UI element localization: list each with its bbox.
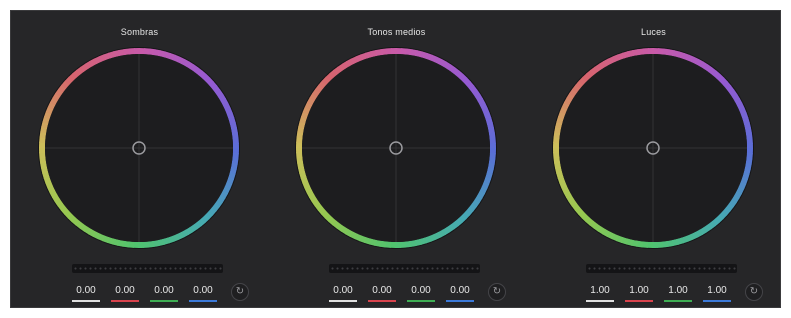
- value-r[interactable]: 0.00: [111, 285, 139, 302]
- color-wheel-sombras[interactable]: [37, 46, 241, 250]
- value-r[interactable]: 1.00: [625, 285, 653, 302]
- reset-icon[interactable]: ↻: [745, 283, 763, 301]
- wheel-block-tonos-medios: Tonos medios 0.00 0.00 0.00 0.00 ↻: [268, 11, 525, 307]
- master-wheel-slider[interactable]: [329, 264, 480, 273]
- value-y[interactable]: 0.00: [72, 285, 100, 302]
- value-r[interactable]: 0.00: [368, 285, 396, 302]
- value-y[interactable]: 1.00: [586, 285, 614, 302]
- reset-icon[interactable]: ↻: [231, 283, 249, 301]
- value-b[interactable]: 0.00: [189, 285, 217, 302]
- value-b[interactable]: 1.00: [703, 285, 731, 302]
- master-wheel-slider[interactable]: [72, 264, 223, 273]
- master-wheel-slider[interactable]: [586, 264, 737, 273]
- value-g[interactable]: 0.00: [407, 285, 435, 302]
- value-g[interactable]: 0.00: [150, 285, 178, 302]
- color-wheels-panel: Sombras 0.00 0.00 0.00 0.00 ↻ Tonos medi…: [10, 10, 781, 308]
- wheel-block-sombras: Sombras 0.00 0.00 0.00 0.00 ↻: [11, 11, 268, 307]
- wheel-title: Sombras: [120, 27, 159, 37]
- reset-icon[interactable]: ↻: [488, 283, 506, 301]
- wheel-title: Tonos medios: [367, 27, 426, 37]
- value-g[interactable]: 1.00: [664, 285, 692, 302]
- color-wheel-luces[interactable]: [551, 46, 755, 250]
- value-b[interactable]: 0.00: [446, 285, 474, 302]
- color-wheel-tonos-medios[interactable]: [294, 46, 498, 250]
- value-y[interactable]: 0.00: [329, 285, 357, 302]
- wheel-block-luces: Luces 1.00 1.00 1.00 1.00 ↻: [525, 11, 782, 307]
- wheel-title: Luces: [640, 27, 667, 37]
